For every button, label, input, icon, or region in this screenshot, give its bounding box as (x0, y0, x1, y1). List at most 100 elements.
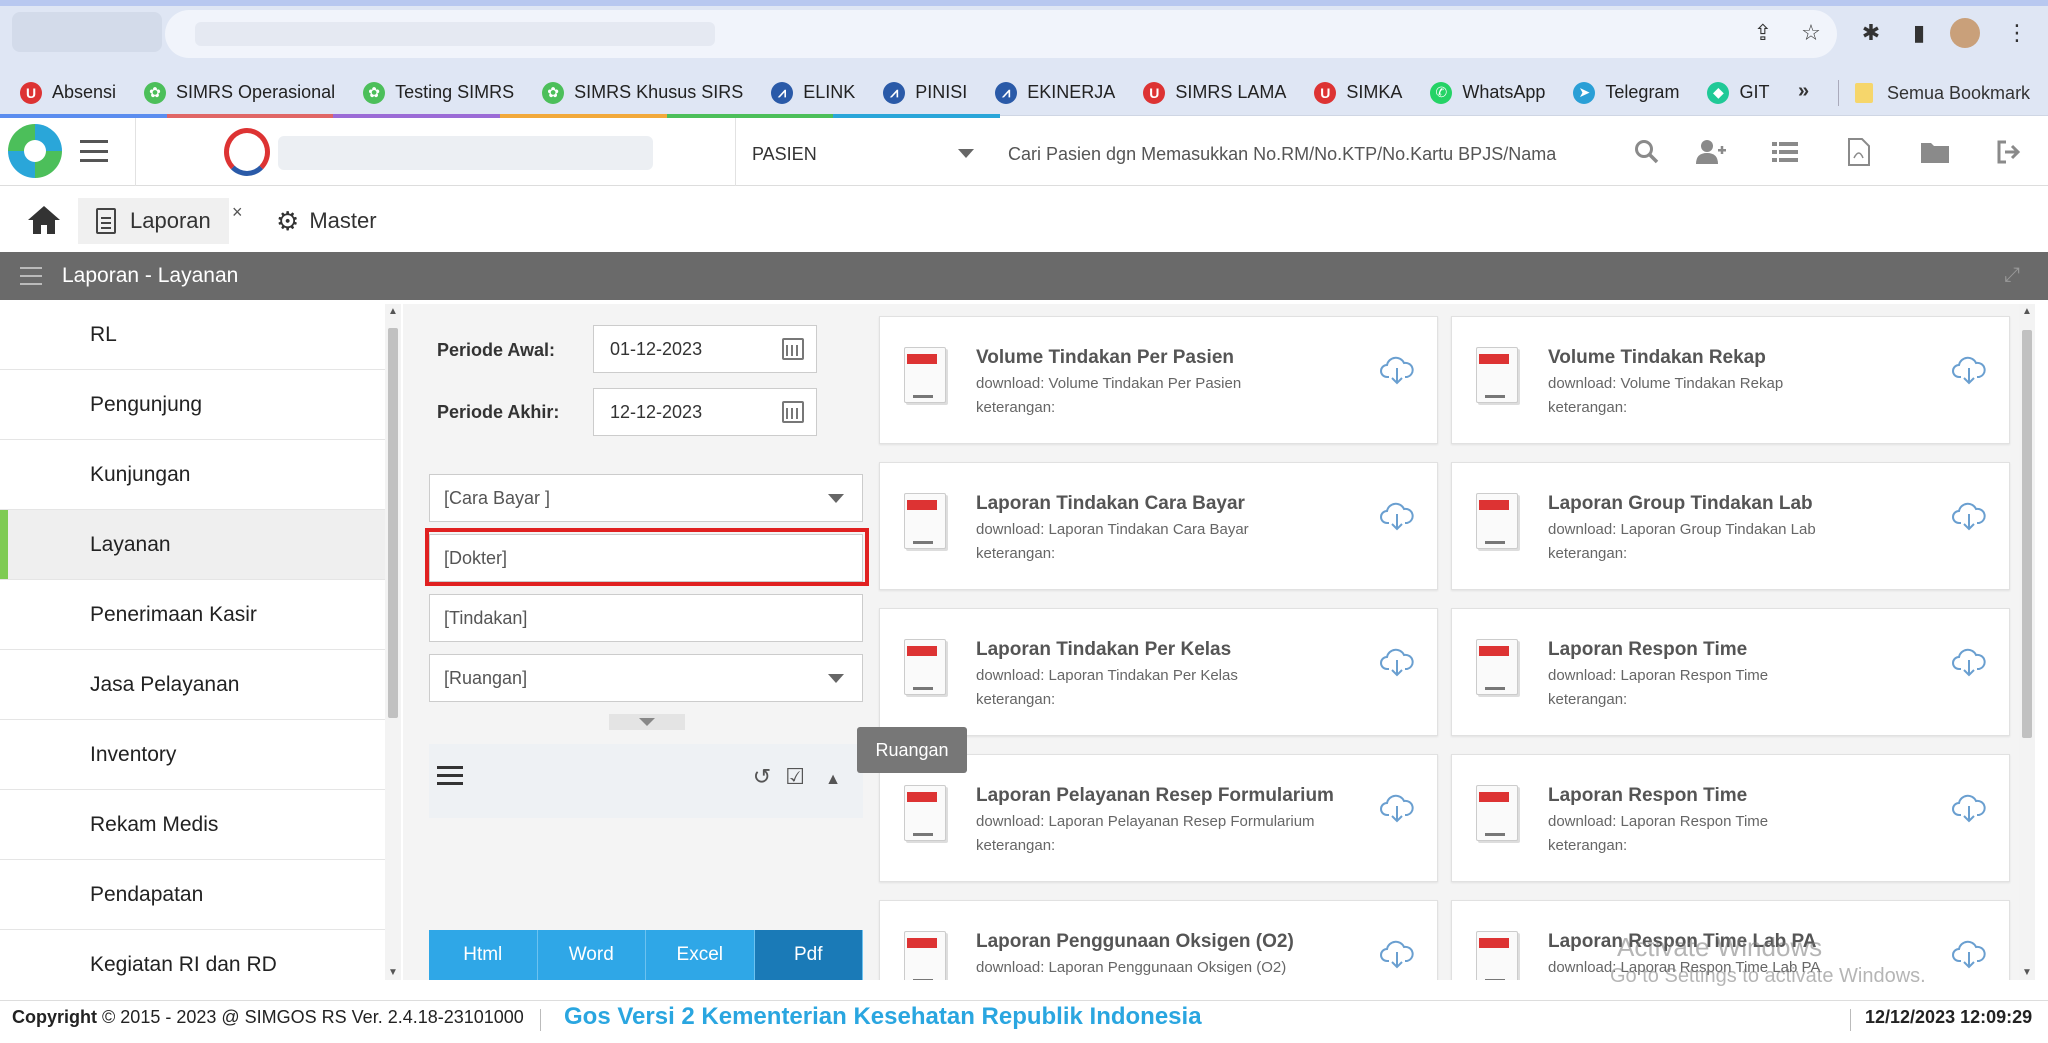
report-title[interactable]: Laporan Tindakan Per Kelas (976, 639, 1231, 661)
bookmark-simka[interactable]: U SIMKA (1314, 81, 1402, 104)
report-list-scrollbar[interactable]: ▲ ▼ (2019, 304, 2035, 980)
menu-item-inventory[interactable]: Inventory (0, 720, 385, 790)
menu-dots-icon[interactable]: ⋮ (2002, 18, 2032, 48)
report-card[interactable]: Volume Tindakan Per Pasien download: Vol… (879, 316, 1438, 444)
scroll-up-icon[interactable]: ▲ (2022, 306, 2032, 317)
folder-icon[interactable] (1918, 136, 1952, 168)
periode-awal-input[interactable]: 01-12-2023 (593, 325, 817, 373)
cloud-download-icon[interactable] (1380, 939, 1414, 969)
side-panel-icon[interactable]: ▮ (1904, 18, 1934, 48)
bookmark-testing-simrs[interactable]: ✿ Testing SIMRS (363, 81, 514, 104)
home-icon[interactable] (26, 204, 62, 236)
report-card[interactable]: Laporan Respon Time download: Laporan Re… (1451, 608, 2010, 736)
report-card[interactable]: Laporan Respon Time download: Laporan Re… (1451, 754, 2010, 882)
scrollbar-thumb[interactable] (2022, 330, 2032, 738)
star-icon[interactable]: ☆ (1796, 18, 1826, 48)
report-title[interactable]: Laporan Group Tindakan Lab (1548, 493, 1813, 515)
profile-avatar[interactable] (1950, 18, 1980, 48)
tab-laporan[interactable]: Laporan (78, 198, 229, 244)
scroll-down-icon[interactable]: ▼ (388, 967, 398, 978)
menu-item-penerimaan-kasir[interactable]: Penerimaan Kasir (0, 580, 385, 650)
check-square-icon[interactable]: ☑ (785, 764, 805, 789)
ruangan-select[interactable]: [Ruangan] (429, 654, 863, 702)
extensions-icon[interactable]: ✱ (1856, 18, 1886, 48)
report-title[interactable]: Volume Tindakan Rekap (1548, 347, 1766, 369)
tab-master[interactable]: ⚙ Master (276, 198, 377, 244)
menu-item-rekam-medis[interactable]: Rekam Medis (0, 790, 385, 860)
report-card[interactable]: Laporan Penggunaan Oksigen (O2) download… (879, 900, 1438, 980)
report-title[interactable]: Laporan Pelayanan Resep Formularium (976, 785, 1334, 807)
cloud-download-icon[interactable] (1952, 939, 1986, 969)
chevron-down-icon[interactable] (828, 494, 844, 503)
menu-item-rl[interactable]: RL (0, 300, 385, 370)
search-icon[interactable] (1630, 136, 1664, 168)
bookmark-whatsapp[interactable]: ✆ WhatsApp (1430, 81, 1545, 104)
export-html-button[interactable]: Html (429, 930, 538, 980)
calendar-icon[interactable] (782, 338, 804, 360)
menu-item-pendapatan[interactable]: Pendapatan (0, 860, 385, 930)
list-icon[interactable] (437, 766, 463, 790)
menu-scrollbar[interactable]: ▲ ▼ (385, 304, 401, 980)
bookmark-elink[interactable]: ⩘ ELINK (771, 81, 855, 104)
menu-item-jasa-pelayanan[interactable]: Jasa Pelayanan (0, 650, 385, 720)
bookmark-absensi[interactable]: U Absensi (20, 81, 116, 104)
bookmarks-overflow-button[interactable]: » (1798, 80, 1809, 103)
report-title[interactable]: Laporan Tindakan Cara Bayar (976, 493, 1245, 515)
report-card[interactable]: Laporan Pelayanan Resep Formularium down… (879, 754, 1438, 882)
collapse-handle[interactable] (609, 714, 685, 730)
report-title[interactable]: Laporan Respon Time (1548, 639, 1747, 661)
share-icon[interactable]: ⇪ (1748, 18, 1778, 48)
cloud-download-icon[interactable] (1952, 647, 1986, 677)
cloud-download-icon[interactable] (1952, 355, 1986, 385)
main-menu-toggle-icon[interactable] (80, 136, 108, 166)
add-user-icon[interactable] (1694, 136, 1728, 168)
close-tab-icon[interactable]: × (232, 202, 243, 223)
bookmark-git[interactable]: ◆ GIT (1707, 81, 1769, 104)
report-card[interactable]: Laporan Tindakan Per Kelas download: Lap… (879, 608, 1438, 736)
cloud-download-icon[interactable] (1380, 647, 1414, 677)
chevron-up-icon[interactable]: ▲ (825, 771, 841, 788)
tindakan-select[interactable]: [Tindakan] (429, 594, 863, 642)
cloud-download-icon[interactable] (1952, 501, 1986, 531)
report-card[interactable]: Volume Tindakan Rekap download: Volume T… (1451, 316, 2010, 444)
bookmark-telegram[interactable]: ➤ Telegram (1573, 81, 1679, 104)
all-bookmarks-button[interactable]: Semua Bookmark (1855, 72, 2030, 114)
cloud-download-icon[interactable] (1380, 793, 1414, 823)
menu-item-layanan[interactable]: Layanan (0, 510, 385, 580)
menu-item-pengunjung[interactable]: Pengunjung (0, 370, 385, 440)
history-icon[interactable]: ↺ (753, 764, 771, 789)
menu-lines-icon[interactable] (20, 267, 42, 285)
report-card[interactable]: Laporan Tindakan Cara Bayar download: La… (879, 462, 1438, 590)
pdf-file-icon[interactable] (1842, 136, 1876, 168)
export-excel-button[interactable]: Excel (646, 930, 755, 980)
cloud-download-icon[interactable] (1952, 793, 1986, 823)
report-card[interactable]: Laporan Group Tindakan Lab download: Lap… (1451, 462, 2010, 590)
bookmark-simrs-sirs[interactable]: ✿ SIMRS Khusus SIRS (542, 81, 743, 104)
logout-icon[interactable] (1992, 136, 2026, 168)
patient-search-type-select[interactable]: PASIEN (752, 144, 817, 165)
chevron-down-icon[interactable] (828, 674, 844, 683)
report-title[interactable]: Laporan Respon Time (1548, 785, 1747, 807)
calendar-icon[interactable] (782, 401, 804, 423)
scroll-down-icon[interactable]: ▼ (2022, 967, 2032, 978)
scrollbar-thumb[interactable] (388, 328, 398, 718)
export-pdf-button[interactable]: Pdf (754, 930, 863, 980)
address-bar[interactable] (165, 10, 1837, 58)
chevron-down-icon[interactable] (958, 149, 974, 158)
periode-akhir-input[interactable]: 12-12-2023 (593, 388, 817, 436)
scroll-up-icon[interactable]: ▲ (388, 306, 398, 317)
bookmark-ekinerja[interactable]: ⩘ EKINERJA (995, 81, 1115, 104)
cara-bayar-select[interactable]: [Cara Bayar ] (429, 474, 863, 522)
bookmark-simrs-operasional[interactable]: ✿ SIMRS Operasional (144, 81, 335, 104)
report-title[interactable]: Volume Tindakan Per Pasien (976, 347, 1234, 369)
cloud-download-icon[interactable] (1380, 355, 1414, 385)
export-word-button[interactable]: Word (537, 930, 646, 980)
bookmark-simrs-lama[interactable]: U SIMRS LAMA (1143, 81, 1286, 104)
menu-item-kegiatan-ri-rd[interactable]: Kegiatan RI dan RD (0, 930, 385, 982)
report-title[interactable]: Laporan Penggunaan Oksigen (O2) (976, 931, 1294, 953)
cloud-download-icon[interactable] (1380, 501, 1414, 531)
patient-search-input[interactable]: Cari Pasien dgn Memasukkan No.RM/No.KTP/… (1008, 144, 1556, 165)
menu-item-kunjungan[interactable]: Kunjungan (0, 440, 385, 510)
list-icon[interactable] (1768, 136, 1802, 168)
bookmark-pinisi[interactable]: ⩘ PINISI (883, 81, 967, 104)
